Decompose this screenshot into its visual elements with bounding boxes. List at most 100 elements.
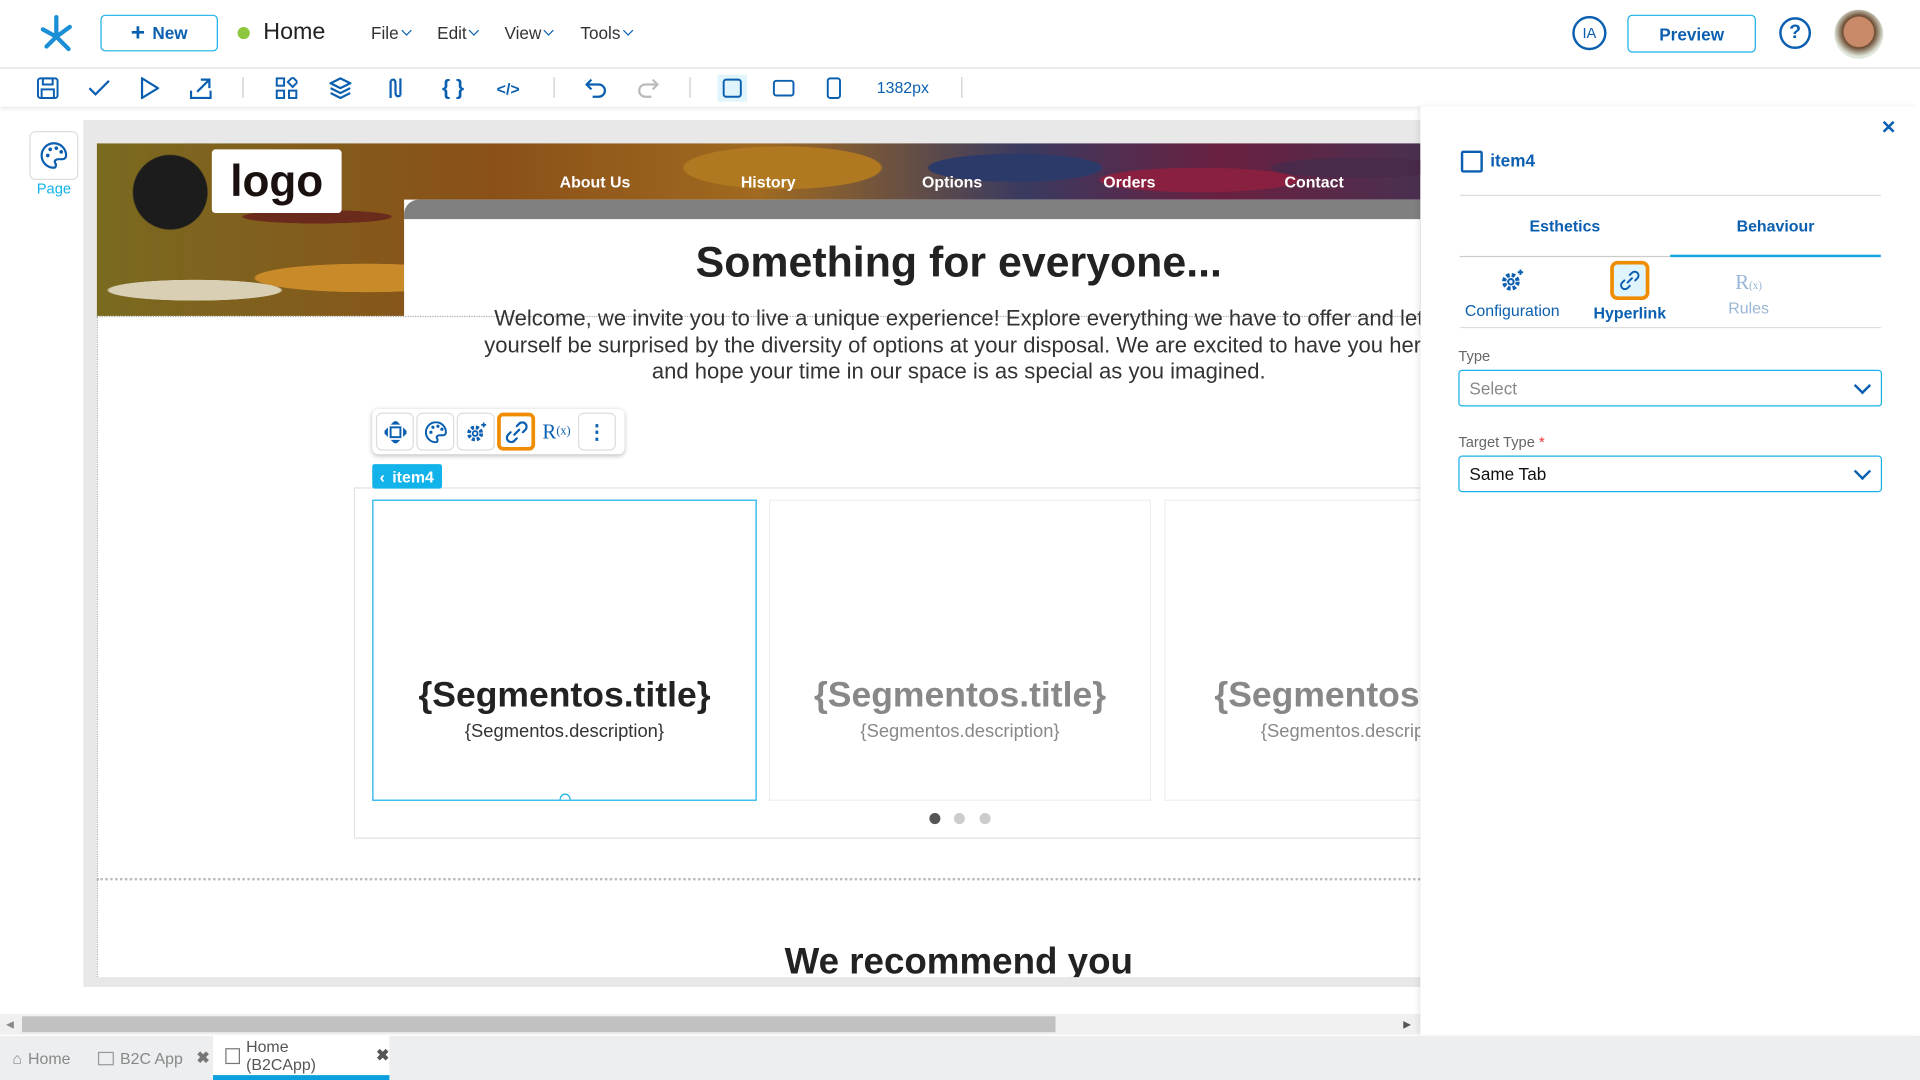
- save-icon[interactable]: [34, 76, 61, 100]
- page-label: Page: [36, 180, 72, 198]
- section-title[interactable]: We recommend you: [404, 942, 1420, 978]
- tablet-view-icon[interactable]: [770, 76, 797, 100]
- carousel-dot[interactable]: [979, 813, 991, 825]
- carousel-card-selected[interactable]: {Segmentos.title} {Segmentos.description…: [372, 499, 757, 801]
- nav-history[interactable]: History: [741, 173, 796, 191]
- data-sources-icon[interactable]: [382, 76, 409, 100]
- type-label: Type: [1458, 347, 1491, 365]
- rules-icon: R(x): [1735, 270, 1762, 294]
- card-title: {Segmentos.title}: [813, 675, 1107, 716]
- subtab-rules[interactable]: R(x) Rules: [1696, 261, 1801, 322]
- nav-contact[interactable]: Contact: [1284, 173, 1343, 191]
- ia-button[interactable]: IA: [1572, 15, 1607, 51]
- required-marker: *: [1538, 433, 1545, 451]
- menu-file[interactable]: File: [371, 23, 412, 43]
- chevron-down-icon: [468, 25, 480, 36]
- plus-icon: +: [130, 18, 146, 46]
- target-type-label: Target Type *: [1458, 433, 1544, 450]
- tab-home-b2capp[interactable]: Home (B2CApp) ✖: [213, 1035, 390, 1080]
- section-divider: [96, 877, 1421, 881]
- carousel-dot-active[interactable]: [929, 813, 941, 825]
- code-icon[interactable]: </>: [495, 76, 522, 100]
- publish-icon[interactable]: [187, 76, 214, 100]
- hyperlink-icon[interactable]: [497, 412, 536, 451]
- menu-view[interactable]: View: [504, 23, 554, 43]
- menu-tools[interactable]: Tools: [580, 23, 633, 43]
- element-name: item4: [1490, 150, 1535, 171]
- palette-icon: [40, 142, 68, 169]
- gear-icon[interactable]: [456, 412, 495, 451]
- divider: [961, 77, 963, 98]
- chevron-left-icon: ‹: [379, 467, 385, 486]
- close-tab-icon[interactable]: ✖: [196, 1048, 209, 1068]
- layers-icon[interactable]: [327, 76, 354, 100]
- app-logo-icon[interactable]: [37, 12, 76, 54]
- element-toolbar: R (x) ⋮: [372, 408, 625, 455]
- horizontal-scrollbar[interactable]: ◀ ▶: [0, 1013, 1421, 1035]
- mobile-view-icon[interactable]: [820, 76, 847, 100]
- move-icon[interactable]: [375, 412, 414, 451]
- subtab-label: Rules: [1728, 298, 1769, 318]
- properties-panel: ✕ item4 Esthetics Behaviour Configuratio…: [1420, 106, 1920, 1035]
- select-value: Same Tab: [1469, 464, 1547, 484]
- carousel-card[interactable]: {Segmentos.title} {Segmentos.description…: [768, 499, 1152, 801]
- components-icon[interactable]: [273, 76, 300, 100]
- card-title: {Segmentos.title}: [1214, 675, 1420, 716]
- tab-label: Home: [27, 1048, 71, 1068]
- type-select[interactable]: Select: [1458, 369, 1883, 407]
- subtab-hyperlink[interactable]: Hyperlink: [1577, 260, 1682, 322]
- avatar[interactable]: [1834, 9, 1884, 59]
- selected-element-tag[interactable]: ‹ item4: [372, 464, 443, 489]
- validate-check-icon[interactable]: [86, 76, 113, 100]
- chevron-down-icon: [1853, 462, 1872, 480]
- scrollbar-thumb[interactable]: [22, 1016, 1056, 1033]
- resize-handle[interactable]: [559, 793, 571, 800]
- target-type-select[interactable]: Same Tab: [1458, 455, 1883, 493]
- palette-icon[interactable]: [416, 412, 455, 451]
- nav-orders[interactable]: Orders: [1103, 173, 1155, 191]
- hero-paragraph[interactable]: Welcome, we invite you to live a unique …: [404, 306, 1420, 385]
- page-icon: [225, 1047, 240, 1064]
- scroll-right-icon[interactable]: ▶: [1403, 1019, 1411, 1030]
- carousel-card[interactable]: {Segmentos.title} {Segmentos.description…: [1164, 499, 1421, 801]
- braces-icon[interactable]: { }: [440, 76, 467, 100]
- canvas-width[interactable]: 1382px: [877, 78, 929, 96]
- card-description: {Segmentos.description}: [1260, 721, 1421, 743]
- scroll-left-icon[interactable]: ◀: [6, 1019, 14, 1030]
- subtab-configuration[interactable]: Configuration: [1460, 261, 1565, 322]
- ia-label: IA: [1582, 24, 1597, 42]
- site-logo[interactable]: logo: [211, 149, 342, 214]
- page-settings-button[interactable]: [29, 131, 79, 181]
- more-options-icon[interactable]: ⋮: [577, 412, 616, 451]
- redo-icon[interactable]: [634, 76, 661, 100]
- tab-b2c-app[interactable]: B2C App ✖: [97, 1036, 210, 1080]
- help-icon[interactable]: ?: [1779, 17, 1812, 49]
- menu-label: File: [371, 23, 399, 43]
- tab-esthetics[interactable]: Esthetics: [1459, 208, 1671, 258]
- tag-label: item4: [392, 467, 434, 486]
- select-value: Select: [1469, 378, 1518, 398]
- chevron-down-icon: [400, 25, 412, 36]
- preview-button[interactable]: Preview: [1627, 14, 1756, 53]
- close-icon[interactable]: ✕: [1881, 116, 1896, 139]
- nav-about-us[interactable]: About Us: [560, 173, 631, 191]
- rules-icon[interactable]: R (x): [537, 412, 576, 451]
- hyperlink-icon: [1610, 260, 1650, 301]
- tab-label: Home (B2CApp): [246, 1037, 316, 1074]
- tab-label: Esthetics: [1529, 216, 1601, 236]
- preview-label: Preview: [1659, 23, 1725, 44]
- tab-home[interactable]: ⌂ Home: [12, 1036, 70, 1080]
- run-play-icon[interactable]: [136, 76, 163, 100]
- divider: [553, 77, 555, 98]
- undo-icon[interactable]: [583, 76, 610, 100]
- menu-edit[interactable]: Edit: [437, 23, 480, 43]
- divider: [1459, 326, 1881, 329]
- hero-title[interactable]: Something for everyone...: [404, 239, 1420, 288]
- tab-behaviour[interactable]: Behaviour: [1670, 208, 1881, 258]
- carousel-dot[interactable]: [953, 813, 965, 825]
- close-tab-icon[interactable]: ✖: [376, 1046, 389, 1066]
- divider: [689, 77, 691, 98]
- new-button[interactable]: + New: [100, 14, 218, 52]
- nav-options[interactable]: Options: [922, 173, 982, 191]
- desktop-view-icon[interactable]: [717, 74, 747, 102]
